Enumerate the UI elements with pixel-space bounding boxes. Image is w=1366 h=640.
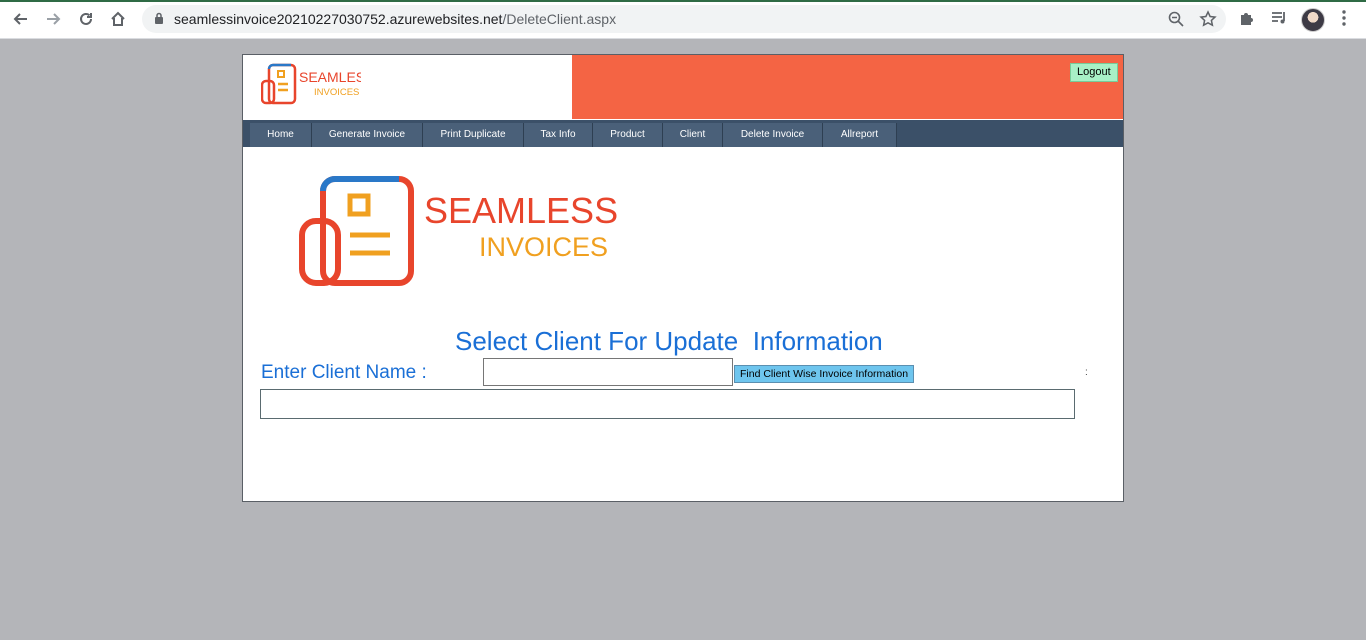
url-host: seamlessinvoice20210227030752.azurewebsi… [174, 11, 503, 27]
page-container: SEAMLESS INVOICES Logout Home Generate I… [242, 54, 1124, 502]
client-name-input[interactable] [483, 358, 733, 386]
header-logo-line2: INVOICES [314, 87, 359, 98]
menu-item-delete-invoice[interactable]: Delete Invoice [723, 123, 823, 147]
address-bar[interactable]: seamlessinvoice20210227030752.azurewebsi… [142, 5, 1226, 33]
client-name-label: Enter Client Name : [261, 362, 427, 383]
menu-item-allreport[interactable]: Allreport [823, 123, 897, 147]
header-banner [572, 55, 1123, 119]
menu-item-home[interactable]: Home [250, 123, 312, 147]
reload-icon[interactable] [75, 8, 97, 30]
menu-item-product[interactable]: Product [593, 123, 663, 147]
main-logo-line2: INVOICES [479, 232, 608, 262]
url-text: seamlessinvoice20210227030752.azurewebsi… [174, 11, 616, 27]
logout-button[interactable]: Logout [1070, 63, 1118, 82]
window-accent-line [0, 0, 1366, 2]
back-arrow-icon[interactable] [10, 8, 32, 30]
separator-mark: : [1085, 367, 1088, 378]
menu-item-tax-info[interactable]: Tax Info [524, 123, 593, 147]
results-area [260, 389, 1075, 419]
invoice-logo-icon [299, 176, 414, 286]
browser-toolbar: seamlessinvoice20210227030752.azurewebsi… [0, 0, 1366, 39]
menu-item-generate-invoice[interactable]: Generate Invoice [312, 123, 423, 147]
forward-arrow-icon[interactable] [42, 8, 64, 30]
main-menu: Home Generate Invoice Print Duplicate Ta… [243, 120, 1123, 147]
puzzle-icon[interactable] [1238, 9, 1258, 29]
url-path: /DeleteClient.aspx [502, 11, 617, 27]
lock-icon [154, 12, 164, 30]
header-logo[interactable]: SEAMLESS INVOICES [260, 59, 374, 116]
header-logo-area: SEAMLESS INVOICES [243, 55, 572, 119]
main-logo-line1: SEAMLESS [424, 190, 618, 231]
kebab-menu-icon[interactable] [1337, 9, 1357, 29]
menu-item-client[interactable]: Client [663, 123, 723, 147]
find-invoice-button[interactable]: Find Client Wise Invoice Information [734, 365, 915, 383]
main-logo: SEAMLESS INVOICES [299, 173, 619, 298]
avatar[interactable] [1301, 8, 1325, 32]
invoice-logo-icon [260, 63, 297, 105]
menu-item-print-duplicate[interactable]: Print Duplicate [423, 123, 524, 147]
page-title: Select Client For Update Information [455, 326, 883, 356]
star-icon[interactable] [1199, 10, 1217, 28]
header-logo-line1: SEAMLESS [299, 69, 361, 85]
home-icon[interactable] [107, 8, 129, 30]
zoom-icon[interactable] [1167, 10, 1185, 28]
media-control-icon[interactable] [1270, 9, 1290, 29]
